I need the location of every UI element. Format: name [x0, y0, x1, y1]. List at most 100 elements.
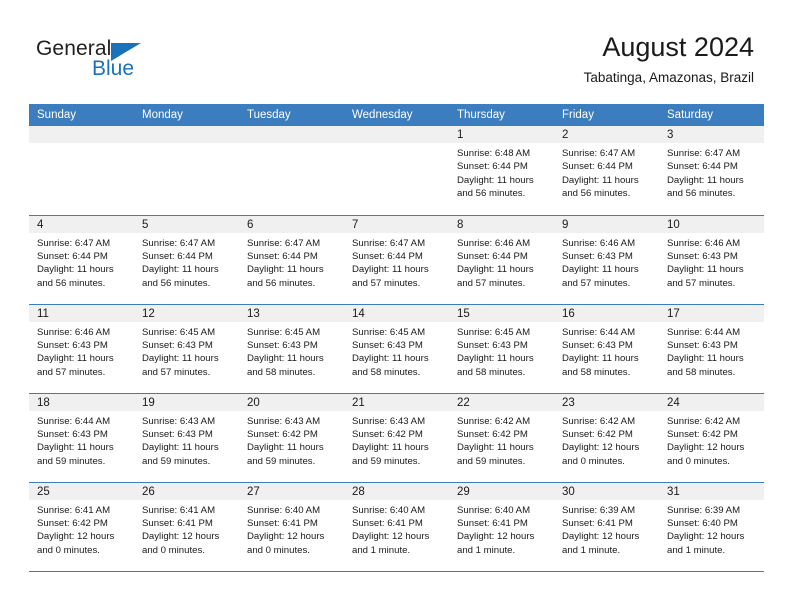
- day-details: Sunrise: 6:44 AM Sunset: 6:43 PM Daylight:…: [659, 322, 764, 380]
- day-details: Sunrise: 6:45 AM Sunset: 6:43 PM Daylight:…: [239, 322, 344, 380]
- day-number: 23: [554, 393, 659, 411]
- calendar-day-cell[interactable]: 11 Sunrise: 6:46 AM Sunset: 6:43 PM Dayligh…: [29, 304, 134, 394]
- calendar-day-cell[interactable]: 24 Sunrise: 6:42 AM Sunset: 6:42 PM Dayligh…: [659, 393, 764, 483]
- sunrise-text: Sunrise: 6:47 AM: [142, 237, 216, 249]
- sunset-text: Sunset: 6:41 PM: [562, 517, 633, 529]
- day-details: Sunrise: 6:47 AM Sunset: 6:44 PM Daylight:…: [29, 233, 134, 291]
- calendar-day-cell[interactable]: 3 Sunrise: 6:47 AM Sunset: 6:44 PM Daylight…: [659, 126, 764, 216]
- sunrise-text: Sunrise: 6:45 AM: [457, 326, 531, 338]
- calendar-day-cell[interactable]: 19 Sunrise: 6:43 AM Sunset: 6:43 PM Dayligh…: [134, 393, 239, 483]
- daylight-text: Daylight: 11 hours and 58 minutes.: [562, 353, 639, 378]
- sunset-text: Sunset: 6:43 PM: [562, 250, 633, 262]
- sunset-text: Sunset: 6:44 PM: [37, 250, 108, 262]
- day-details: Sunrise: 6:39 AM Sunset: 6:41 PM Daylight:…: [554, 500, 659, 558]
- sunrise-text: Sunrise: 6:43 AM: [352, 415, 426, 427]
- calendar-day-cell[interactable]: 17 Sunrise: 6:44 AM Sunset: 6:43 PM Dayligh…: [659, 304, 764, 394]
- daylight-text: Daylight: 11 hours and 56 minutes.: [247, 264, 324, 289]
- sunrise-text: Sunrise: 6:46 AM: [667, 237, 741, 249]
- day-number: 26: [134, 482, 239, 500]
- calendar-day-cell[interactable]: 29 Sunrise: 6:40 AM Sunset: 6:41 PM Dayligh…: [449, 482, 554, 572]
- calendar-day-cell[interactable]: 30 Sunrise: 6:39 AM Sunset: 6:41 PM Dayligh…: [554, 482, 659, 572]
- sunset-text: Sunset: 6:44 PM: [247, 250, 318, 262]
- calendar-day-cell[interactable]: 28 Sunrise: 6:40 AM Sunset: 6:41 PM Dayligh…: [344, 482, 449, 572]
- day-details: Sunrise: 6:39 AM Sunset: 6:40 PM Daylight:…: [659, 500, 764, 558]
- daylight-text: Daylight: 11 hours and 59 minutes.: [457, 442, 534, 467]
- sunset-text: Sunset: 6:44 PM: [667, 161, 738, 173]
- calendar-day-cell[interactable]: 14 Sunrise: 6:45 AM Sunset: 6:43 PM Dayligh…: [344, 304, 449, 394]
- day-number: [239, 126, 344, 143]
- general-blue-logo: General Blue: [36, 38, 236, 88]
- daylight-text: Daylight: 11 hours and 56 minutes.: [667, 174, 744, 200]
- calendar-day-cell[interactable]: 15 Sunrise: 6:45 AM Sunset: 6:43 PM Dayligh…: [449, 304, 554, 394]
- daylight-text: Daylight: 11 hours and 58 minutes.: [457, 353, 534, 378]
- day-details: Sunrise: 6:43 AM Sunset: 6:42 PM Daylight:…: [344, 411, 449, 469]
- sunrise-text: Sunrise: 6:47 AM: [562, 148, 636, 159]
- daylight-text: Daylight: 12 hours and 0 minutes.: [247, 531, 325, 556]
- sunset-text: Sunset: 6:42 PM: [247, 428, 318, 440]
- sunrise-text: Sunrise: 6:39 AM: [562, 504, 636, 516]
- day-details: Sunrise: 6:45 AM Sunset: 6:43 PM Daylight:…: [449, 322, 554, 380]
- weekday-header-monday: Monday: [134, 104, 239, 126]
- calendar-day-cell[interactable]: 4 Sunrise: 6:47 AM Sunset: 6:44 PM Daylight…: [29, 215, 134, 305]
- daylight-text: Daylight: 11 hours and 58 minutes.: [667, 353, 744, 378]
- page-title: August 2024: [602, 32, 754, 62]
- sunset-text: Sunset: 6:42 PM: [457, 428, 528, 440]
- sunset-text: Sunset: 6:43 PM: [457, 339, 528, 351]
- day-number: 8: [449, 215, 554, 233]
- day-details: Sunrise: 6:44 AM Sunset: 6:43 PM Daylight:…: [29, 411, 134, 469]
- calendar-day-cell[interactable]: 20 Sunrise: 6:43 AM Sunset: 6:42 PM Dayligh…: [239, 393, 344, 483]
- calendar-day-cell[interactable]: 2 Sunrise: 6:47 AM Sunset: 6:44 PM Daylight…: [554, 126, 659, 216]
- calendar-day-cell[interactable]: 9 Sunrise: 6:46 AM Sunset: 6:43 PM Daylight…: [554, 215, 659, 305]
- calendar-day-cell[interactable]: 22 Sunrise: 6:42 AM Sunset: 6:42 PM Dayligh…: [449, 393, 554, 483]
- sunrise-text: Sunrise: 6:45 AM: [142, 326, 216, 338]
- calendar-page: General Blue August 2024 Tabatinga, Amaz…: [0, 0, 792, 612]
- calendar-day-cell[interactable]: 16 Sunrise: 6:44 AM Sunset: 6:43 PM Dayligh…: [554, 304, 659, 394]
- calendar-day-cell[interactable]: 7 Sunrise: 6:47 AM Sunset: 6:44 PM Daylight…: [344, 215, 449, 305]
- day-details: Sunrise: 6:47 AM Sunset: 6:44 PM Daylight:…: [554, 143, 659, 201]
- day-details: Sunrise: 6:45 AM Sunset: 6:43 PM Daylight:…: [344, 322, 449, 380]
- sunset-text: Sunset: 6:42 PM: [37, 517, 108, 529]
- sunset-text: Sunset: 6:41 PM: [457, 517, 528, 529]
- sunset-text: Sunset: 6:43 PM: [37, 339, 108, 351]
- day-details: Sunrise: 6:46 AM Sunset: 6:44 PM Daylight:…: [449, 233, 554, 291]
- day-details: Sunrise: 6:42 AM Sunset: 6:42 PM Daylight:…: [554, 411, 659, 469]
- calendar-day-cell[interactable]: 25 Sunrise: 6:41 AM Sunset: 6:42 PM Dayligh…: [29, 482, 134, 572]
- calendar-day-cell[interactable]: 10 Sunrise: 6:46 AM Sunset: 6:43 PM Dayligh…: [659, 215, 764, 305]
- weekday-header-sunday: Sunday: [29, 104, 134, 126]
- daylight-text: Daylight: 11 hours and 57 minutes.: [457, 264, 534, 289]
- calendar-day-cell[interactable]: 31 Sunrise: 6:39 AM Sunset: 6:40 PM Dayligh…: [659, 482, 764, 572]
- calendar-day-cell[interactable]: 21 Sunrise: 6:43 AM Sunset: 6:42 PM Dayligh…: [344, 393, 449, 483]
- calendar-day-cell[interactable]: 13 Sunrise: 6:45 AM Sunset: 6:43 PM Dayligh…: [239, 304, 344, 394]
- day-details: Sunrise: 6:44 AM Sunset: 6:43 PM Daylight:…: [554, 322, 659, 380]
- daylight-text: Daylight: 11 hours and 58 minutes.: [247, 353, 324, 378]
- day-details: Sunrise: 6:42 AM Sunset: 6:42 PM Daylight:…: [659, 411, 764, 469]
- day-number: 6: [239, 215, 344, 233]
- calendar-day-cell[interactable]: 27 Sunrise: 6:40 AM Sunset: 6:41 PM Dayligh…: [239, 482, 344, 572]
- day-number: 14: [344, 304, 449, 322]
- daylight-text: Daylight: 11 hours and 56 minutes.: [457, 174, 534, 200]
- daylight-text: Daylight: 11 hours and 57 minutes.: [142, 353, 219, 378]
- day-number: 13: [239, 304, 344, 322]
- calendar-day-cell[interactable]: 1 Sunrise: 6:48 AM Sunset: 6:44 PM Daylight…: [449, 126, 554, 216]
- calendar-day-cell[interactable]: 23 Sunrise: 6:42 AM Sunset: 6:42 PM Dayligh…: [554, 393, 659, 483]
- sunset-text: Sunset: 6:43 PM: [352, 339, 423, 351]
- sunrise-text: Sunrise: 6:46 AM: [562, 237, 636, 249]
- calendar-day-cell[interactable]: 8 Sunrise: 6:46 AM Sunset: 6:44 PM Daylight…: [449, 215, 554, 305]
- daylight-text: Daylight: 11 hours and 56 minutes.: [142, 264, 219, 289]
- calendar-day-cell[interactable]: 5 Sunrise: 6:47 AM Sunset: 6:44 PM Daylight…: [134, 215, 239, 305]
- calendar-day-cell[interactable]: 6 Sunrise: 6:47 AM Sunset: 6:44 PM Daylight…: [239, 215, 344, 305]
- sunrise-text: Sunrise: 6:46 AM: [37, 326, 111, 338]
- calendar-day-cell[interactable]: 26 Sunrise: 6:41 AM Sunset: 6:41 PM Dayligh…: [134, 482, 239, 572]
- calendar-week-row: 18 Sunrise: 6:44 AM Sunset: 6:43 PM Dayligh…: [29, 393, 764, 483]
- sunset-text: Sunset: 6:43 PM: [142, 339, 213, 351]
- calendar-week-row: 25 Sunrise: 6:41 AM Sunset: 6:42 PM Dayligh…: [29, 482, 764, 572]
- day-details: Sunrise: 6:41 AM Sunset: 6:41 PM Daylight:…: [134, 500, 239, 558]
- daylight-text: Daylight: 11 hours and 57 minutes.: [562, 264, 639, 289]
- calendar-day-cell[interactable]: 18 Sunrise: 6:44 AM Sunset: 6:43 PM Dayligh…: [29, 393, 134, 483]
- day-details: Sunrise: 6:40 AM Sunset: 6:41 PM Daylight:…: [239, 500, 344, 558]
- calendar-header-row: Sunday Monday Tuesday Wednesday Thursday…: [29, 104, 764, 126]
- sunset-text: Sunset: 6:41 PM: [142, 517, 213, 529]
- calendar-day-cell[interactable]: 12 Sunrise: 6:45 AM Sunset: 6:43 PM Dayligh…: [134, 304, 239, 394]
- day-number: 20: [239, 393, 344, 411]
- day-number: 25: [29, 482, 134, 500]
